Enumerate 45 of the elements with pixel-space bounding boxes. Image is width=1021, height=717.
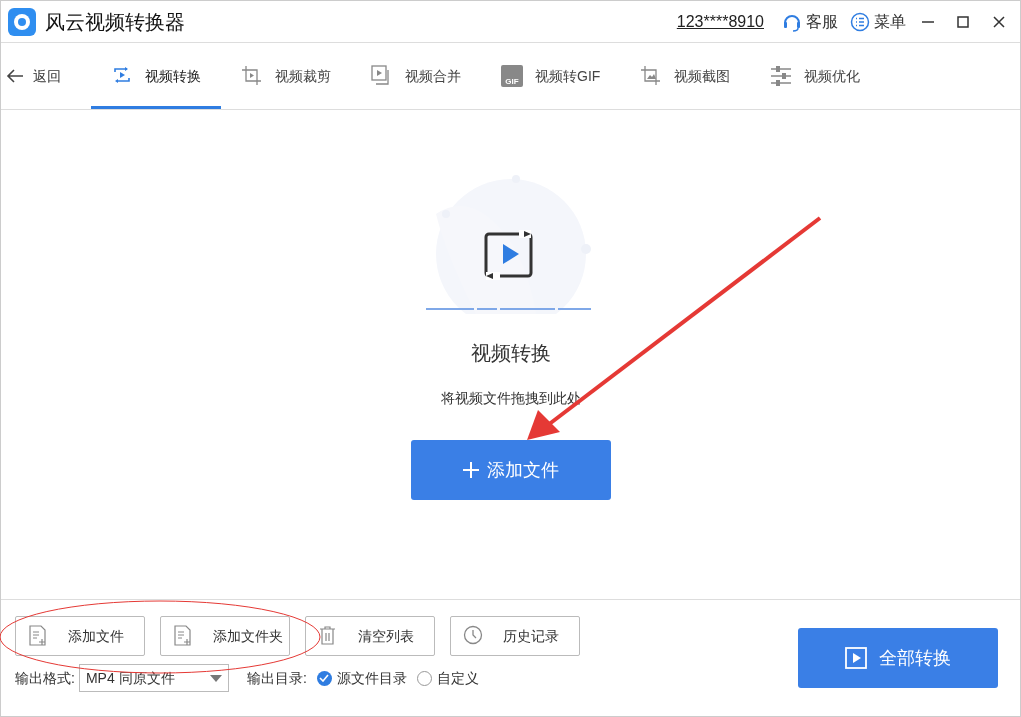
toolbar-button[interactable]: 清空列表 <box>305 616 435 656</box>
window-title: 风云视频转换器 <box>45 9 185 35</box>
menu-button[interactable]: 菜单 <box>850 9 906 34</box>
account-link[interactable]: 123****8910 <box>676 9 764 34</box>
menu-icon <box>850 11 870 32</box>
back-button[interactable]: 返回 <box>1 43 91 109</box>
caret-icon <box>209 674 222 682</box>
add-file-button[interactable]: 添加文件 <box>410 440 611 500</box>
clock-icon <box>463 625 483 647</box>
format-dropdown[interactable]: MP4 同原文件 <box>78 664 229 692</box>
minimize-icon <box>922 20 934 23</box>
dropzone-title: 视频转换 <box>470 341 551 366</box>
nav-tab[interactable]: 视频裁剪 <box>221 43 351 109</box>
convert-all-button[interactable]: 全部转换 <box>798 628 998 688</box>
maximize-button[interactable] <box>956 14 970 29</box>
toolbar-button[interactable]: 添加文件 <box>15 616 145 656</box>
check-icon <box>319 674 330 682</box>
file-add-icon <box>28 625 48 647</box>
output-dir-label: 输出目录: <box>246 668 307 688</box>
radio-button[interactable] <box>316 670 332 686</box>
radio-option[interactable]: 源文件目录 <box>316 667 407 689</box>
radio-option[interactable]: 自定义 <box>416 667 479 689</box>
nav-tab[interactable]: 视频优化 <box>750 43 881 109</box>
nav-tab[interactable]: 视频合并 <box>351 43 481 109</box>
image-frame-icon <box>640 65 663 87</box>
output-format-label: 输出格式: <box>15 668 75 688</box>
minimize-button[interactable] <box>922 20 934 23</box>
close-icon <box>992 14 1006 29</box>
file-add-icon <box>173 625 193 647</box>
toolbar-button[interactable]: 添加文件夹 <box>160 616 290 656</box>
crop-icon <box>241 65 263 87</box>
plus-icon <box>462 462 479 478</box>
sliders-icon <box>770 65 793 87</box>
trash-icon <box>318 625 338 647</box>
close-button[interactable] <box>992 14 1006 29</box>
nav-tab[interactable]: GIF 视频转GIF <box>481 43 621 109</box>
nav-tab[interactable]: 视频截图 <box>620 43 751 109</box>
radio-button[interactable] <box>416 670 432 686</box>
service-button[interactable]: 客服 <box>782 9 838 34</box>
app-logo-icon <box>7 6 37 37</box>
gif-file-icon: GIF <box>501 65 523 87</box>
maximize-icon <box>956 14 970 29</box>
nav-tab[interactable]: 视频转换 <box>91 43 221 109</box>
play-icon <box>845 647 867 669</box>
toolbar-button[interactable]: 历史记录 <box>450 616 580 656</box>
